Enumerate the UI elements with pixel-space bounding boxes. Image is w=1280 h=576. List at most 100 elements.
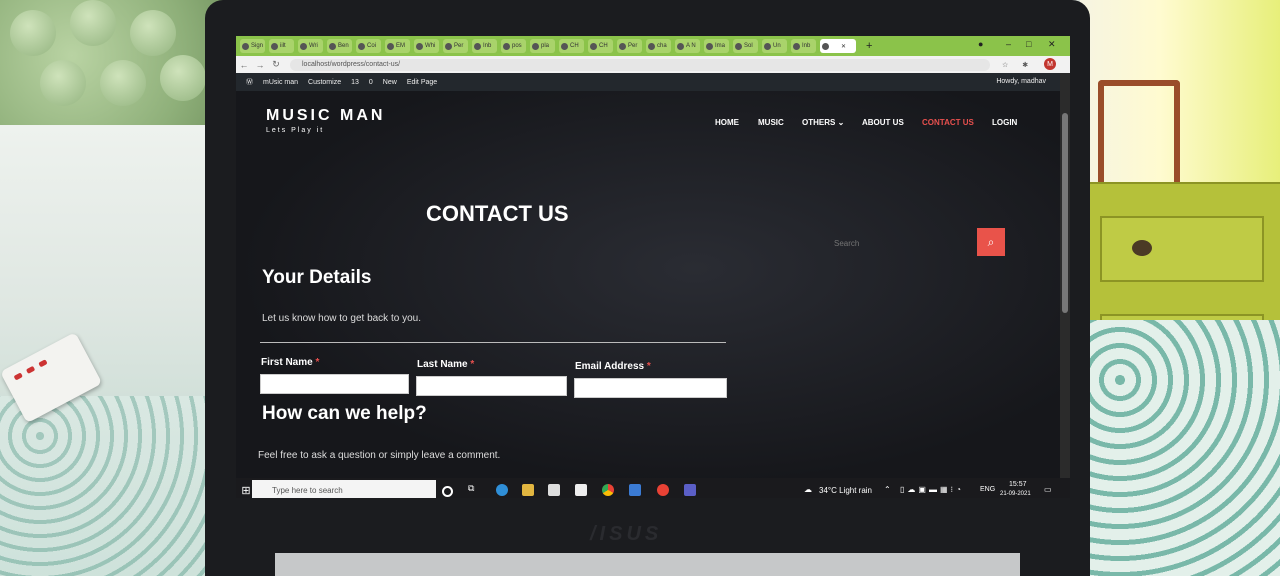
website-page: MUSIC MAN Lets Play it HOME MUSIC OTHERS… bbox=[236, 91, 1070, 485]
close-window-icon[interactable]: ✕ bbox=[1048, 39, 1056, 50]
teams-icon[interactable] bbox=[684, 484, 696, 496]
tab-favicon-icon bbox=[329, 42, 336, 50]
new-tab-button[interactable]: + bbox=[866, 40, 872, 52]
language-indicator[interactable]: ENG bbox=[980, 486, 995, 493]
email-field[interactable] bbox=[574, 378, 727, 398]
tray-icons[interactable]: ▯☁▣▬▦⁝◔ bbox=[900, 485, 964, 494]
scrollbar-thumb[interactable] bbox=[1062, 113, 1068, 313]
tab-label: Per bbox=[454, 43, 464, 49]
tab-favicon-icon bbox=[503, 42, 510, 50]
page-scrollbar[interactable] bbox=[1060, 73, 1070, 485]
section-help-text: Feel free to ask a question or simply le… bbox=[258, 450, 501, 461]
nav-others[interactable]: OTHERS ⌄ bbox=[802, 118, 844, 127]
back-icon[interactable]: ← bbox=[236, 60, 252, 70]
tab-favicon-icon bbox=[387, 42, 394, 50]
admin-edit-page-link[interactable]: Edit Page bbox=[407, 79, 437, 86]
weather-icon[interactable]: ☁ bbox=[804, 485, 812, 494]
browser-tab[interactable]: Whi bbox=[414, 39, 439, 53]
nav-others-label: OTHERS bbox=[802, 118, 836, 127]
chrome-active-icon[interactable] bbox=[657, 484, 669, 496]
tab-favicon-icon bbox=[445, 42, 452, 50]
file-explorer-icon[interactable] bbox=[522, 484, 534, 496]
maximize-icon[interactable]: □ bbox=[1026, 39, 1031, 49]
table-cloth bbox=[1060, 320, 1280, 576]
nav-about-us[interactable]: ABOUT US bbox=[862, 118, 904, 127]
tab-label: cha bbox=[657, 43, 667, 49]
clock-time[interactable]: 15:57 bbox=[1009, 481, 1027, 488]
chevron-up-icon[interactable]: ⌃ bbox=[884, 485, 891, 494]
taskbar-search-box[interactable]: Type here to search bbox=[252, 480, 436, 498]
tab-label: pla bbox=[541, 43, 550, 49]
browser-tab[interactable]: CH bbox=[588, 39, 613, 53]
browser-tab[interactable]: Un bbox=[762, 39, 787, 53]
admin-updates[interactable]: 13 bbox=[351, 79, 359, 86]
tab-favicon-icon bbox=[416, 42, 423, 50]
cortana-icon[interactable] bbox=[442, 486, 453, 497]
browser-tab[interactable]: CH bbox=[559, 39, 584, 53]
page-title: CONTACT US bbox=[426, 201, 569, 226]
admin-customize-link[interactable]: Customize bbox=[308, 79, 341, 86]
tab-favicon-icon bbox=[648, 42, 655, 50]
browser-tab[interactable]: cha bbox=[646, 39, 671, 53]
edge-icon[interactable] bbox=[496, 484, 508, 496]
last-name-field[interactable] bbox=[416, 376, 567, 396]
browser-tab[interactable]: Ima bbox=[704, 39, 729, 53]
weather-text[interactable]: 34°C Light rain bbox=[819, 486, 872, 495]
search-input[interactable] bbox=[832, 235, 976, 251]
browser-tab[interactable]: pla bbox=[530, 39, 555, 53]
task-view-icon[interactable]: ⧉ bbox=[468, 483, 480, 495]
nav-contact-us[interactable]: CONTACT US bbox=[922, 118, 974, 127]
tab-label: CH bbox=[599, 43, 608, 49]
search-button[interactable]: ⌕ bbox=[977, 228, 1005, 256]
site-tagline: Lets Play it bbox=[266, 127, 325, 134]
admin-new-link[interactable]: New bbox=[383, 79, 397, 86]
browser-tab[interactable]: pos bbox=[501, 39, 526, 53]
active-browser-tab[interactable]: ✕ bbox=[820, 39, 856, 53]
browser-tab[interactable]: Wri bbox=[298, 39, 323, 53]
browser-tab[interactable]: Sign bbox=[240, 39, 265, 53]
browser-tab[interactable]: Sol bbox=[733, 39, 758, 53]
nav-login[interactable]: LOGIN bbox=[992, 118, 1017, 127]
browser-tab[interactable]: Coi bbox=[356, 39, 381, 53]
tab-favicon-icon bbox=[619, 42, 626, 50]
store-icon[interactable] bbox=[548, 484, 560, 496]
admin-howdy[interactable]: Howdy, madhav bbox=[996, 78, 1046, 85]
browser-tab[interactable]: A N bbox=[675, 39, 700, 53]
calendar-app-icon[interactable] bbox=[575, 484, 587, 496]
nav-music[interactable]: MUSIC bbox=[758, 118, 784, 127]
tab-label: A N bbox=[686, 43, 696, 49]
tab-favicon-icon bbox=[358, 42, 365, 50]
admin-comments[interactable]: 0 bbox=[369, 79, 373, 86]
browser-tab[interactable]: Inb bbox=[472, 39, 497, 53]
forward-icon[interactable]: → bbox=[252, 60, 268, 70]
tab-favicon-icon bbox=[677, 42, 684, 50]
browser-tab[interactable]: Per bbox=[443, 39, 468, 53]
chrome-icon[interactable] bbox=[602, 484, 614, 496]
wordpress-icon[interactable]: Ⓦ bbox=[246, 77, 253, 87]
profile-avatar[interactable]: M bbox=[1044, 58, 1056, 70]
tab-label: Sign bbox=[251, 43, 264, 49]
minimize-icon[interactable]: – bbox=[1006, 39, 1011, 49]
last-name-label: Last Name * bbox=[417, 359, 475, 370]
extensions-icon[interactable]: ✱ bbox=[1022, 61, 1028, 69]
browser-tab[interactable]: iilt bbox=[269, 39, 294, 53]
close-tab-icon[interactable]: ✕ bbox=[841, 43, 846, 50]
nav-home[interactable]: HOME bbox=[715, 118, 739, 127]
browser-tab[interactable]: Per bbox=[617, 39, 642, 53]
tab-label: Wri bbox=[309, 43, 318, 49]
tab-label: EM bbox=[396, 43, 405, 49]
admin-site-link[interactable]: mUsic man bbox=[263, 79, 298, 86]
tab-search-icon[interactable]: ● bbox=[978, 39, 983, 49]
app-icon[interactable] bbox=[629, 484, 641, 496]
browser-tab[interactable]: EM bbox=[385, 39, 410, 53]
notification-icon[interactable]: ▭ bbox=[1044, 485, 1052, 494]
bookmark-star-icon[interactable]: ☆ bbox=[1002, 61, 1008, 69]
browser-tab[interactable]: Inb bbox=[791, 39, 816, 53]
first-name-field[interactable] bbox=[260, 374, 409, 394]
tab-favicon-icon bbox=[271, 42, 278, 50]
clock-date[interactable]: 21-09-2021 bbox=[1000, 491, 1031, 497]
site-logo[interactable]: MUSIC MAN bbox=[266, 107, 385, 125]
reload-icon[interactable]: ↻ bbox=[268, 59, 284, 70]
browser-tab[interactable]: Ben bbox=[327, 39, 352, 53]
url-field[interactable]: localhost/wordpress/contact-us/ bbox=[290, 58, 990, 71]
